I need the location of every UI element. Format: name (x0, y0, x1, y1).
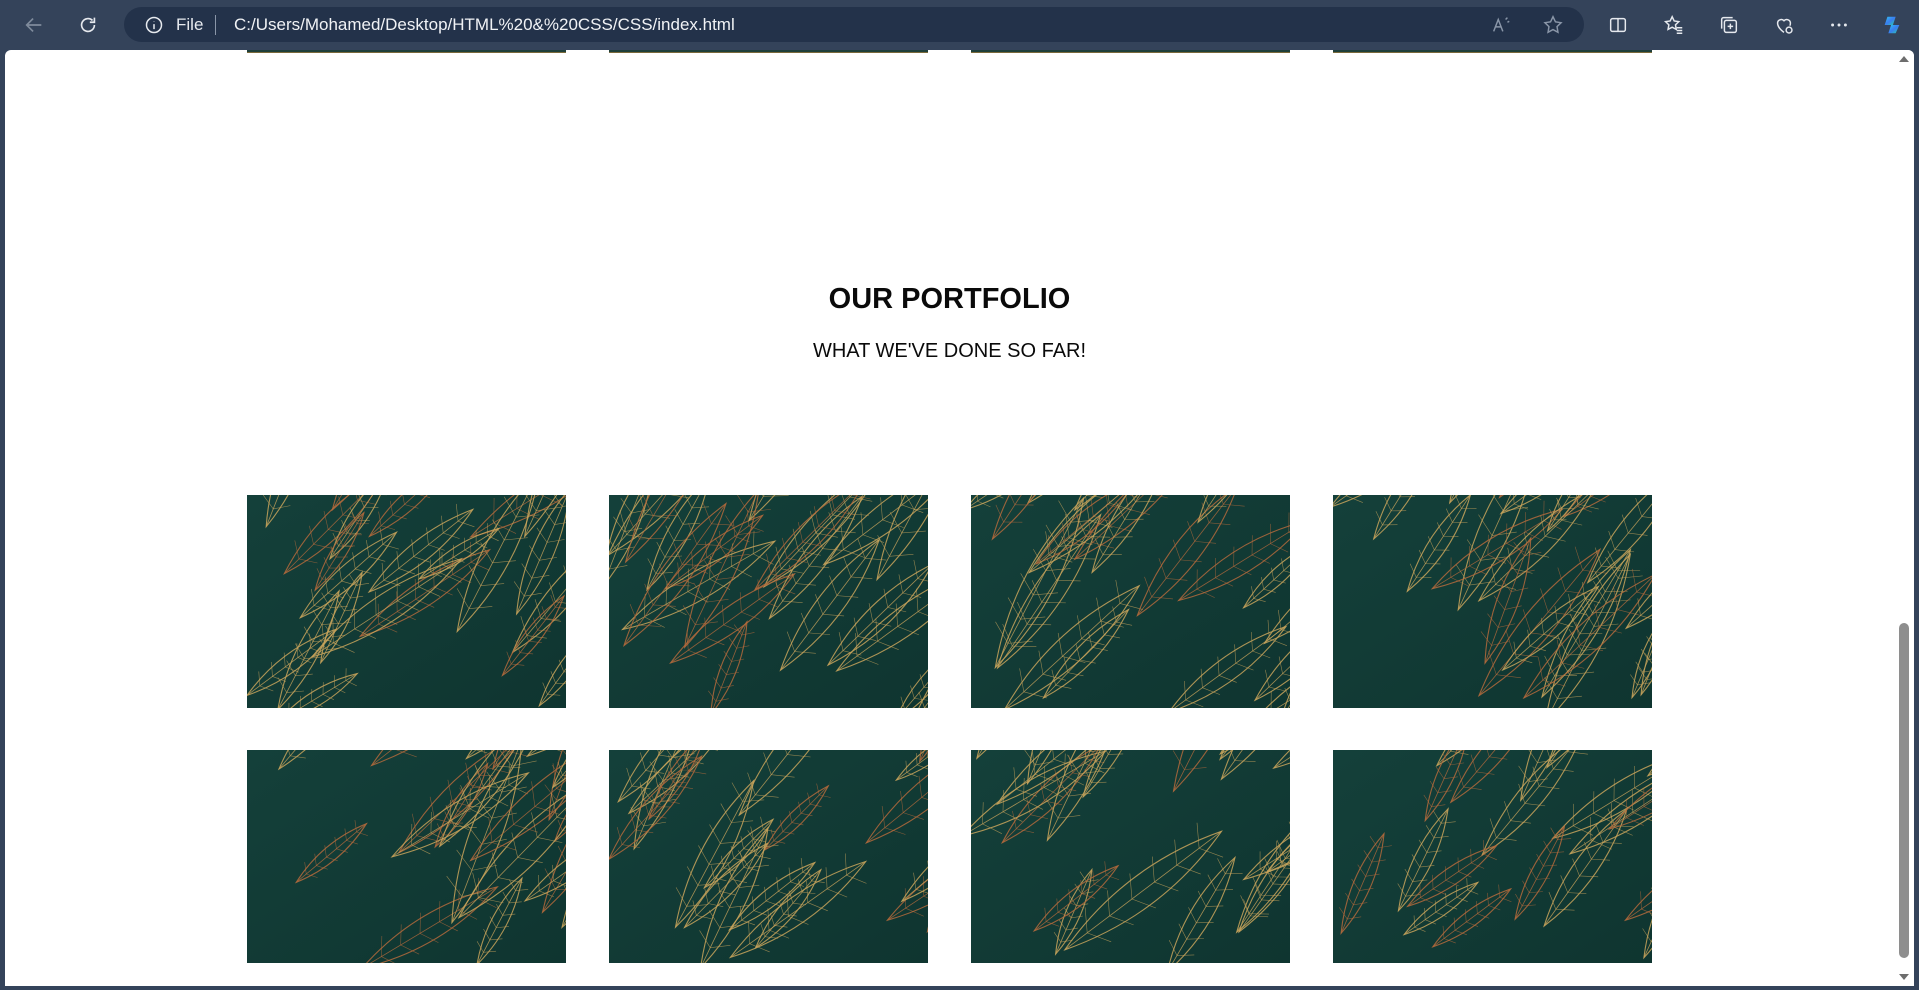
more-button[interactable] (1821, 7, 1857, 43)
previous-image-edge (971, 50, 1290, 53)
portfolio-title: OUR PORTFOLIO (828, 283, 1071, 315)
portfolio-image (609, 495, 928, 708)
scroll-up-arrow-icon[interactable] (1899, 56, 1909, 62)
favorites-icon (1663, 15, 1683, 34)
portfolio-image (247, 750, 566, 963)
favorites-button[interactable] (1656, 7, 1692, 43)
address-separator (215, 15, 216, 35)
address-bar[interactable]: File C:/Users/Mohamed/Desktop/HTML%20&%2… (124, 7, 1584, 42)
collections-icon (1720, 16, 1738, 34)
portfolio-image (971, 750, 1290, 963)
page-viewport[interactable]: OUR PORTFOLIO WHAT WE'VE DONE SO FAR! (5, 50, 1914, 986)
refresh-button[interactable] (70, 7, 106, 43)
refresh-icon (80, 17, 96, 33)
copilot-icon (1884, 16, 1900, 34)
scrollbar-thumb[interactable] (1899, 623, 1909, 958)
portfolio-image (247, 495, 566, 708)
read-aloud-icon[interactable] (1490, 14, 1512, 36)
info-icon[interactable] (144, 15, 164, 35)
portfolio-image (971, 495, 1290, 708)
portfolio-image (609, 750, 928, 963)
portfolio-image (1333, 495, 1652, 708)
browser-toolbar: File C:/Users/Mohamed/Desktop/HTML%20&%2… (0, 0, 1919, 49)
collections-button[interactable] (1711, 7, 1747, 43)
url-text[interactable]: C:/Users/Mohamed/Desktop/HTML%20&%20CSS/… (234, 15, 735, 35)
portfolio-image (1333, 750, 1652, 963)
previous-image-edge (1333, 50, 1652, 53)
leaf-pattern-image (609, 495, 928, 708)
copilot-button[interactable] (1874, 7, 1910, 43)
leaf-pattern-image (1333, 495, 1652, 708)
split-screen-button[interactable] (1600, 7, 1636, 43)
back-icon (25, 17, 42, 33)
browser-essentials-button[interactable] (1766, 7, 1802, 43)
leaf-pattern-image (971, 750, 1290, 963)
leaf-pattern-image (1333, 750, 1652, 963)
scheme-label: File (176, 15, 204, 34)
back-button[interactable] (16, 7, 52, 43)
portfolio-subtitle: WHAT WE'VE DONE SO FAR! (812, 340, 1087, 362)
leaf-pattern-image (971, 495, 1290, 708)
leaf-pattern-image (247, 750, 566, 963)
split-screen-icon (1609, 17, 1627, 33)
previous-image-edge (609, 50, 928, 53)
previous-image-edge (247, 50, 566, 53)
leaf-pattern-image (609, 750, 928, 963)
scroll-down-arrow-icon[interactable] (1899, 974, 1909, 980)
browser-essentials-icon (1776, 18, 1793, 34)
browser-window: File C:/Users/Mohamed/Desktop/HTML%20&%2… (0, 0, 1919, 990)
more-icon (1831, 23, 1847, 27)
favorite-star-icon[interactable] (1542, 14, 1564, 36)
vertical-scrollbar[interactable] (1894, 50, 1914, 986)
leaf-pattern-image (247, 495, 566, 708)
